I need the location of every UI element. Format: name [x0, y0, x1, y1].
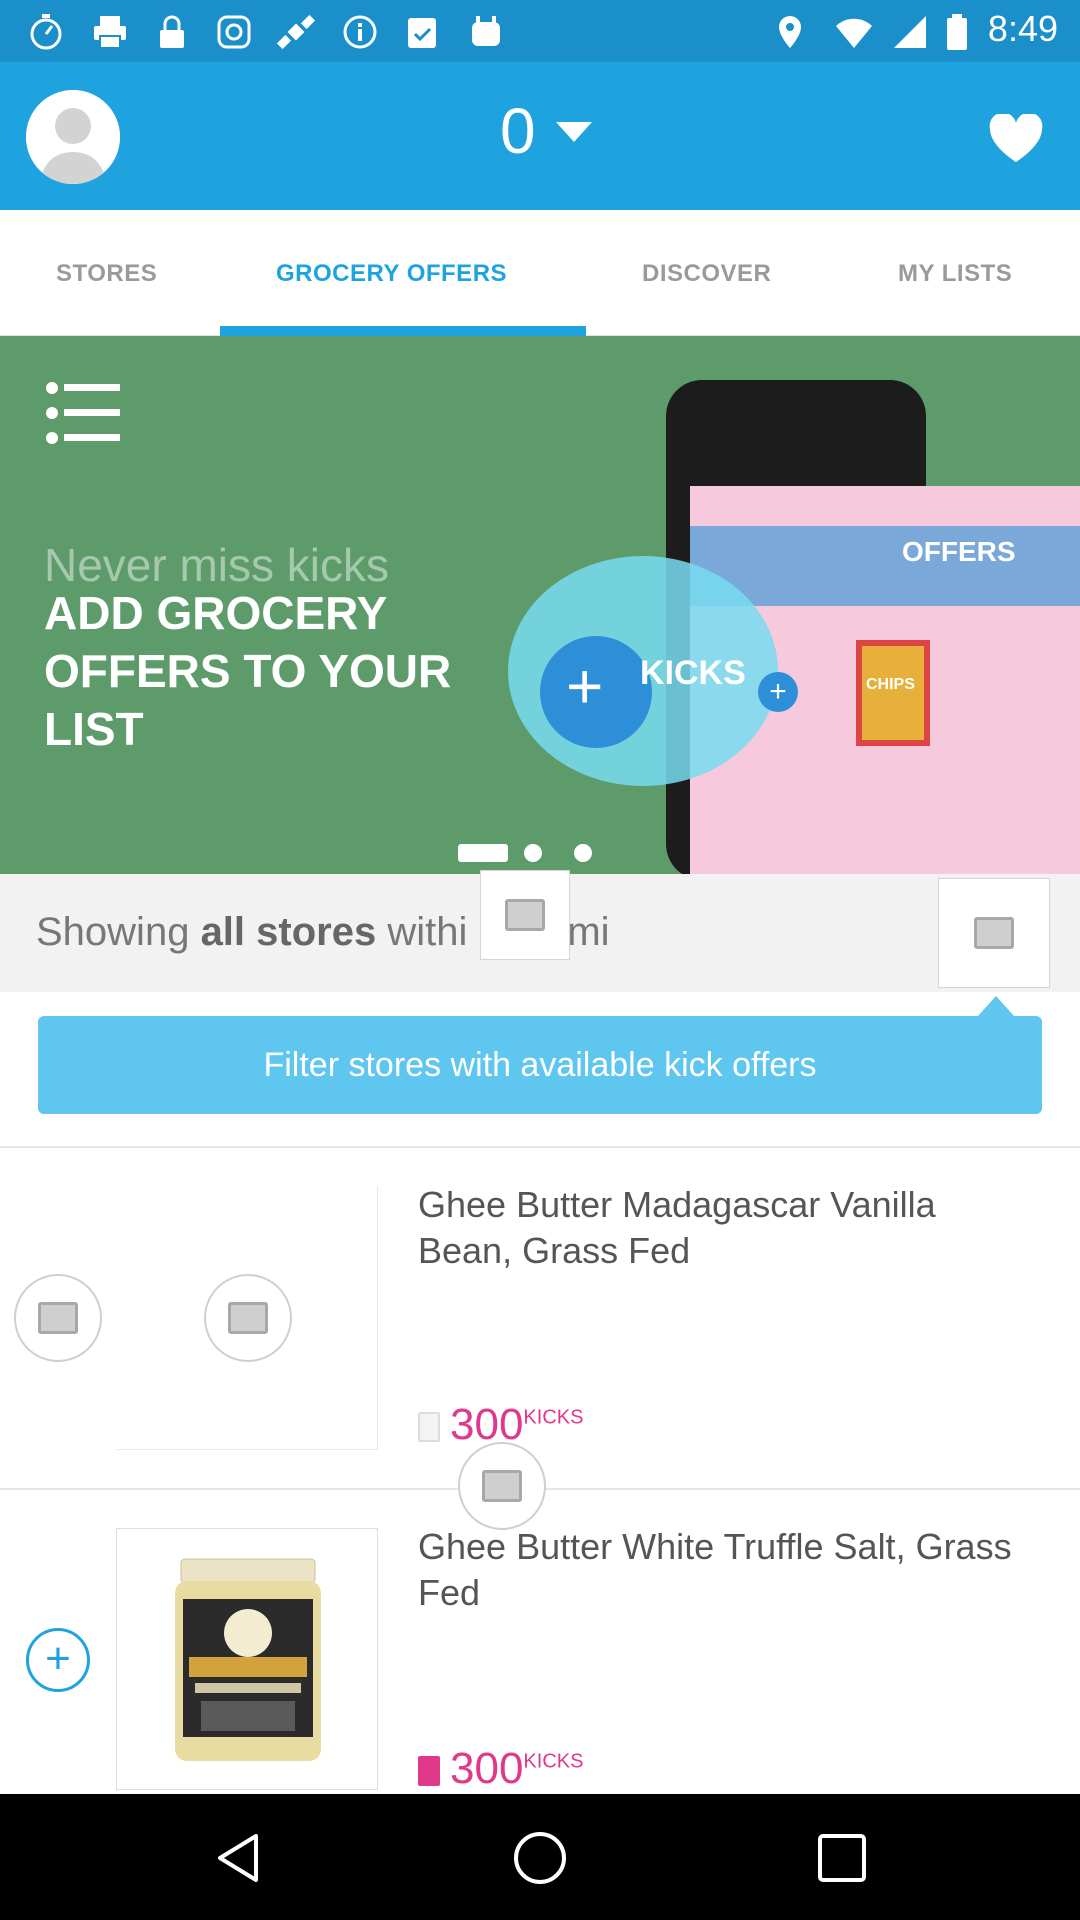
divider — [0, 1146, 1080, 1148]
pager-dot[interactable] — [574, 844, 592, 862]
status-time: 8:49 — [987, 8, 1058, 49]
status-bar: 8:49 — [0, 0, 1080, 62]
system-nav-bar — [0, 1794, 1080, 1920]
app-notification-icon — [472, 16, 500, 46]
instagram-icon — [217, 15, 251, 49]
kicks-value: 300 — [450, 1744, 524, 1793]
recents-icon[interactable] — [816, 1832, 868, 1884]
receipt-icon — [418, 1756, 440, 1787]
showing-suffix: withi — [376, 910, 468, 954]
image-icon — [38, 1302, 78, 1334]
pager-dot[interactable] — [524, 844, 542, 862]
image-placeholder — [458, 1442, 546, 1530]
app-bar: 0 — [0, 62, 1080, 210]
kicks-unit: KICKS — [523, 1750, 584, 1773]
showing-bold: all stores — [200, 910, 377, 954]
tab-stores[interactable]: STORES — [56, 260, 157, 288]
product-image[interactable] — [116, 1528, 378, 1790]
list-menu-icon — [46, 382, 120, 444]
map-view-button[interactable] — [938, 878, 1050, 988]
plus-icon: + — [566, 650, 604, 722]
radius-image-placeholder[interactable] — [480, 870, 570, 960]
stopwatch-icon — [30, 14, 62, 50]
tab-bar: STORES GROCERY OFFERS DISCOVER MY LISTS — [0, 210, 1080, 336]
offers-strip — [690, 526, 1080, 606]
chevron-down-icon[interactable] — [556, 122, 592, 142]
tab-discover[interactable]: DISCOVER — [642, 260, 771, 288]
banner-headline: ADD GROCERY OFFERS TO YOUR LIST — [44, 587, 452, 755]
battery-icon — [947, 14, 967, 50]
kicks-count[interactable]: 0 — [500, 94, 536, 168]
ghee-jar-image — [175, 1558, 321, 1761]
kicks-unit: KICKS — [523, 1406, 584, 1429]
home-icon[interactable] — [512, 1830, 568, 1886]
kicks-price: 300KICKS — [418, 1744, 583, 1794]
showing-prefix: Showing — [36, 910, 201, 954]
product-title[interactable]: Ghee Butter Madagascar Vanilla Bean, Gra… — [418, 1182, 1038, 1274]
profile-avatar[interactable] — [26, 90, 120, 184]
showing-unit: mi — [567, 910, 610, 954]
image-icon — [974, 917, 1014, 949]
tab-grocery-offers[interactable]: GROCERY OFFERS — [276, 260, 507, 288]
location-icon — [779, 16, 801, 48]
clipboard-check-icon — [408, 18, 436, 48]
image-icon — [505, 899, 545, 931]
heart-icon[interactable] — [988, 114, 1044, 164]
filter-callout-arrow — [978, 996, 1014, 1016]
back-icon[interactable] — [210, 1830, 266, 1886]
banner-pager — [458, 840, 608, 864]
wifi-icon — [836, 18, 872, 48]
lock-icon — [160, 15, 184, 48]
phone-offers-label: OFFERS — [902, 536, 1016, 567]
product-image-frame — [116, 1186, 378, 1450]
promo-banner[interactable]: OFFERS CHIPS + KICKS + Never miss kicks … — [0, 336, 1080, 874]
kicks-value: 300 — [450, 1400, 524, 1449]
printer-icon — [94, 16, 126, 49]
kicks-badge-label: KICKS — [640, 654, 746, 692]
signal-icon — [894, 16, 926, 48]
chips-label: CHIPS — [866, 676, 915, 693]
add-to-list-button[interactable]: + — [26, 1628, 90, 1692]
satellite-icon — [276, 14, 316, 50]
product-title[interactable]: Ghee Butter White Truffle Salt, Grass Fe… — [418, 1524, 1038, 1616]
filter-kick-offers-button[interactable]: Filter stores with available kick offers — [38, 1016, 1042, 1114]
tab-my-lists[interactable]: MY LISTS — [898, 260, 1012, 288]
image-icon — [482, 1470, 522, 1502]
active-tab-indicator — [220, 326, 586, 336]
receipt-icon — [418, 1412, 440, 1443]
plus-small-icon: + — [758, 672, 798, 712]
info-icon — [343, 15, 377, 49]
pager-dot-active[interactable] — [458, 844, 508, 862]
user-silhouette-icon — [26, 90, 120, 184]
add-image-placeholder[interactable] — [14, 1274, 102, 1362]
